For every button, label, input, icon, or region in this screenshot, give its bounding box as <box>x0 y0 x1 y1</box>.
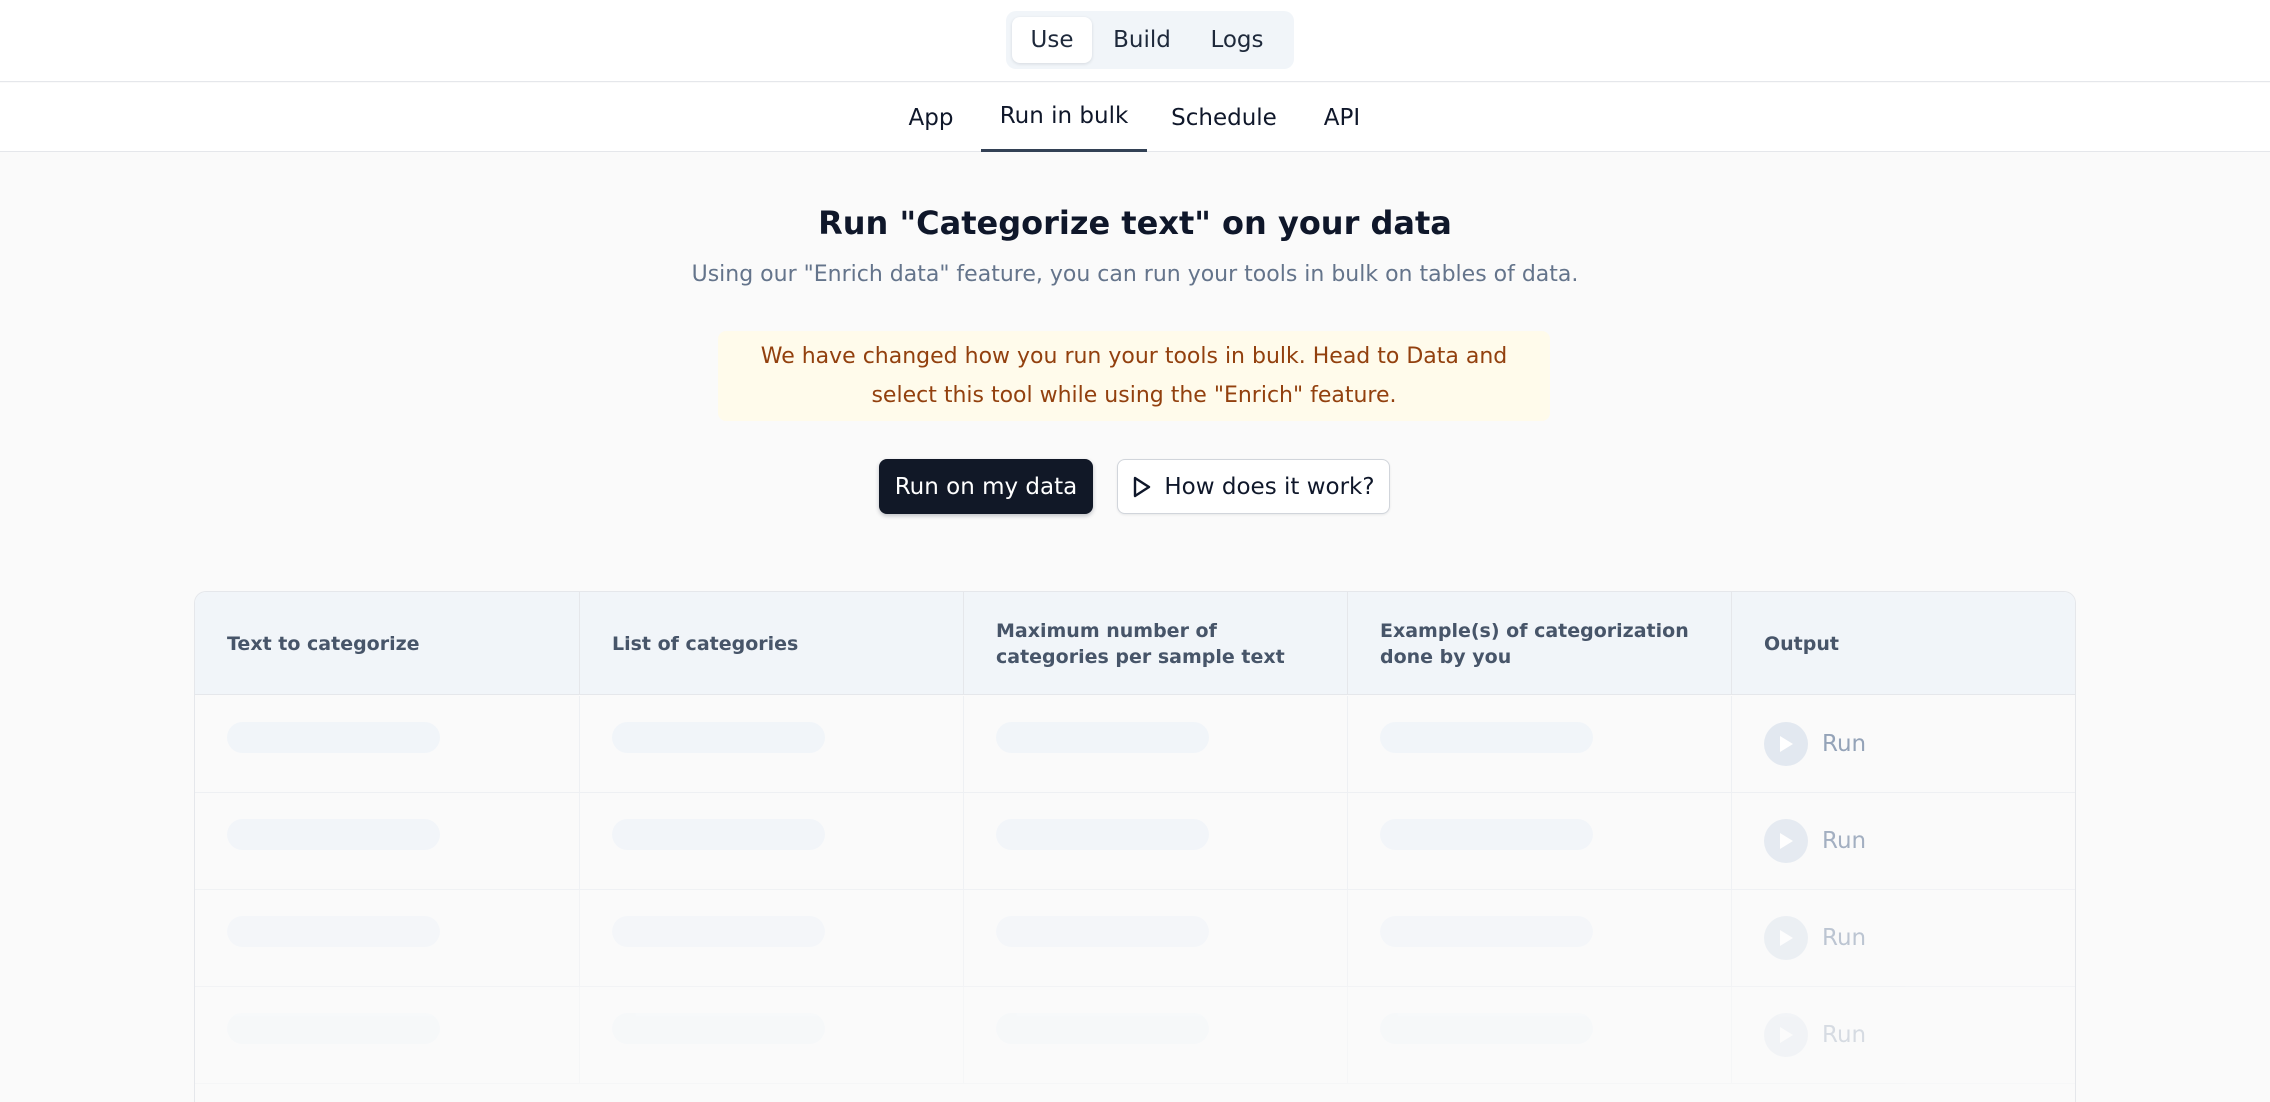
table-cell[interactable] <box>580 696 964 793</box>
table-cell[interactable] <box>1348 890 1732 987</box>
skeleton-placeholder <box>996 916 1209 947</box>
header-list-of-categories: List of categories <box>580 592 964 695</box>
play-outline-icon <box>1134 476 1151 497</box>
skeleton-placeholder <box>612 819 825 850</box>
table-cell[interactable] <box>964 793 1348 890</box>
table-header: Text to categorize List of categories Ma… <box>195 592 2075 695</box>
table-cell[interactable] <box>195 890 580 987</box>
play-icon <box>1764 916 1808 960</box>
top-bar: Use Build Logs <box>0 0 2270 82</box>
run-on-my-data-label: Run on my data <box>894 473 1078 500</box>
skeleton-placeholder <box>996 1013 1209 1044</box>
skeleton-placeholder <box>996 819 1209 850</box>
table-cell[interactable] <box>195 987 580 1084</box>
table-row: Run <box>195 793 2075 890</box>
output-cell: Run <box>1732 696 2075 793</box>
header-max-categories: Maximum number of categories per sample … <box>964 592 1348 695</box>
run-row-button[interactable]: Run <box>1764 819 1866 863</box>
skeleton-placeholder <box>612 722 825 753</box>
output-cell: Run <box>1732 793 2075 890</box>
skeleton-placeholder <box>227 819 440 850</box>
play-icon <box>1764 722 1808 766</box>
table-cell[interactable] <box>580 793 964 890</box>
run-label: Run <box>1822 925 1867 951</box>
tab-schedule[interactable]: Schedule <box>1166 83 1282 152</box>
table-row: Run <box>195 987 2075 1084</box>
run-on-my-data-button[interactable]: Run on my data <box>879 459 1093 514</box>
table-row: Run <box>195 696 2075 793</box>
run-row-button[interactable]: Run <box>1764 722 1866 766</box>
header-output: Output <box>1764 632 1839 655</box>
table-cell[interactable] <box>964 987 1348 1084</box>
skeleton-placeholder <box>1380 1013 1593 1044</box>
bulk-run-table: Text to categorize List of categories Ma… <box>194 591 2076 1102</box>
mode-use-button[interactable]: Use <box>1012 17 1092 63</box>
skeleton-placeholder <box>1380 819 1593 850</box>
table-cell[interactable] <box>195 696 580 793</box>
skeleton-placeholder <box>227 1013 440 1044</box>
header-examples: Example(s) of categorization done by you <box>1348 592 1732 695</box>
run-row-button[interactable]: Run <box>1764 1013 1866 1057</box>
skeleton-placeholder <box>996 722 1209 753</box>
table-row: Run <box>195 890 2075 987</box>
table-cell[interactable] <box>964 696 1348 793</box>
mode-build-button[interactable]: Build <box>1096 17 1188 63</box>
table-cell[interactable] <box>1348 696 1732 793</box>
table-cell[interactable] <box>580 987 964 1084</box>
table-cell[interactable] <box>580 890 964 987</box>
header-text-to-categorize: Text to categorize <box>195 592 580 695</box>
skeleton-placeholder <box>1380 916 1593 947</box>
skeleton-placeholder <box>227 916 440 947</box>
how-does-it-work-button[interactable]: How does it work? <box>1117 459 1390 514</box>
run-label: Run <box>1822 731 1867 757</box>
how-does-it-work-label: How does it work? <box>1164 473 1375 500</box>
table-cell[interactable] <box>964 890 1348 987</box>
output-cell: Run <box>1732 987 2075 1084</box>
tab-api[interactable]: API <box>1312 83 1372 152</box>
table-cell[interactable] <box>1348 793 1732 890</box>
table-cell[interactable] <box>1348 987 1732 1084</box>
skeleton-placeholder <box>1380 722 1593 753</box>
tab-run-in-bulk[interactable]: Run in bulk <box>981 83 1147 152</box>
skeleton-placeholder <box>227 722 440 753</box>
notice-banner: We have changed how you run your tools i… <box>718 331 1550 421</box>
skeleton-placeholder <box>612 916 825 947</box>
page-subtitle: Using our "Enrich data" feature, you can… <box>691 262 1579 287</box>
tab-app[interactable]: App <box>900 83 962 152</box>
table-cell[interactable] <box>195 793 580 890</box>
mode-logs-button[interactable]: Logs <box>1192 17 1282 63</box>
run-label: Run <box>1822 828 1867 854</box>
page-title: Run "Categorize text" on your data <box>818 204 1452 242</box>
play-icon <box>1764 1013 1808 1057</box>
skeleton-placeholder <box>612 1013 825 1044</box>
mode-switcher: Use Build Logs <box>1006 11 1294 69</box>
run-label: Run <box>1822 1022 1867 1048</box>
output-cell: Run <box>1732 890 2075 987</box>
run-row-button[interactable]: Run <box>1764 916 1866 960</box>
play-icon <box>1764 819 1808 863</box>
sub-navigation: App Run in bulk Schedule API <box>0 83 2270 152</box>
